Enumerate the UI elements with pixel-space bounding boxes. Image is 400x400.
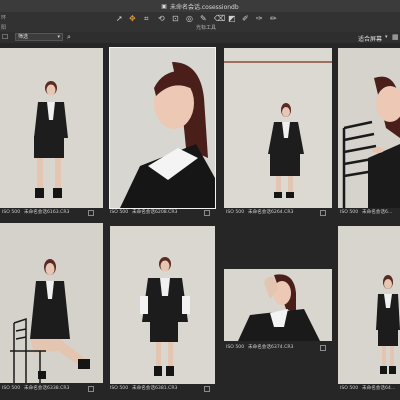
thumbnail-image[interactable]: [109, 47, 216, 209]
thumbnail[interactable]: ISO 500 未命名会话6163.CR3: [0, 43, 105, 218]
thumbnail-caption: ISO 500 未命名会话6381.CR3: [110, 385, 218, 392]
thumbnail-image[interactable]: [110, 226, 215, 384]
search-icon[interactable]: ⌕: [67, 33, 71, 42]
spot-tool-icon[interactable]: ◎: [186, 14, 193, 23]
iso-value: ISO 500: [340, 386, 359, 391]
pan-tool-icon[interactable]: ✥: [129, 14, 136, 23]
star-filter-icon[interactable]: ☐: [2, 33, 8, 41]
title-bar: ▣ 未命名会话.cosessiondb: [0, 0, 400, 12]
select-checkbox[interactable]: [88, 386, 94, 392]
sort-dropdown-value: 筛选: [18, 34, 29, 40]
picker-tool-icon[interactable]: ✑: [256, 14, 263, 23]
thumbnail[interactable]: ISO 500 未命名会话6264.CR3: [224, 43, 334, 218]
window-title: 未命名会话.cosessiondb: [169, 3, 239, 11]
file-name: 未命名会话6163.CR3: [24, 210, 70, 215]
select-checkbox[interactable]: [88, 210, 94, 216]
brush-tool-icon[interactable]: ✎: [200, 14, 207, 23]
thumbnail-caption: ISO 500 未命名会话6264.CR3: [226, 209, 334, 216]
iso-value: ISO 500: [2, 210, 21, 215]
crop-tool-icon[interactable]: ⌗: [144, 14, 149, 24]
select-checkbox[interactable]: [320, 345, 326, 351]
file-name: 未命名会话6338.CR3: [24, 386, 70, 391]
select-checkbox[interactable]: [204, 210, 210, 216]
thumbnail-caption: ISO 500 未命名会话64...: [340, 385, 400, 391]
image-browser: ISO 500 未命名会话6163.CR3 ISO 500 未命名会话6208.CR…: [0, 43, 400, 400]
thumbnail-caption: ISO 500 未命名会话6208.CR3: [110, 209, 218, 216]
thumbnail-caption: ISO 500 未命名会话6374.CR3: [226, 344, 334, 351]
photo-figure: [110, 226, 215, 384]
eraser-tool-icon[interactable]: ⌫: [214, 14, 225, 23]
thumbnail-caption: ISO 500 未命名会话6...: [340, 209, 400, 215]
photo-figure: [338, 226, 400, 384]
gradient-tool-icon[interactable]: ◩: [228, 14, 236, 23]
thumbnail-image[interactable]: [224, 48, 332, 208]
file-name: 未命名会话6208.CR3: [132, 210, 178, 215]
iso-value: ISO 500: [2, 386, 21, 391]
iso-value: ISO 500: [226, 210, 245, 215]
eyedropper-tool-icon[interactable]: ✐: [242, 14, 249, 23]
cursor-toolbar: 环 阳 ➚ ✥ ⌗ ⟲ ⊡ ◎ ✎ ⌫ ◩ ✐ ✑ ✏ 光标工具: [0, 12, 400, 32]
rotate-tool-icon[interactable]: ⟲: [158, 14, 165, 23]
thumbnail[interactable]: ISO 500 未命名会话6381.CR3: [108, 223, 218, 400]
photo-figure: [0, 48, 103, 208]
iso-value: ISO 500: [340, 210, 359, 215]
sort-dropdown[interactable]: 筛选 ▾: [15, 33, 63, 41]
toolbar-left-label-top: 环: [1, 15, 7, 21]
thumbnail-image[interactable]: [338, 48, 400, 208]
select-checkbox[interactable]: [320, 210, 326, 216]
iso-value: ISO 500: [226, 345, 245, 350]
grid-view-icon[interactable]: ▦: [392, 33, 399, 41]
photo-figure: [0, 223, 103, 383]
thumbnail-image[interactable]: [224, 269, 332, 341]
fit-screen-label[interactable]: 适合屏幕: [358, 34, 382, 43]
chevron-down-icon[interactable]: ▾: [385, 34, 388, 40]
file-name: 未命名会话6264.CR3: [248, 210, 294, 215]
thumbnail[interactable]: ISO 500 未命名会话6338.CR3: [0, 223, 105, 400]
file-name: 未命名会话6381.CR3: [132, 386, 178, 391]
annotate-tool-icon[interactable]: ✏: [270, 14, 277, 23]
document-icon: ▣: [161, 2, 167, 10]
thumbnail-image[interactable]: [0, 48, 103, 208]
toolbar-left-label-bottom: 阳: [1, 25, 7, 31]
file-name: 未命名会话6...: [362, 210, 393, 215]
thumbnail-image[interactable]: [338, 226, 400, 384]
photo-figure: [110, 48, 215, 208]
select-checkbox[interactable]: [204, 386, 210, 392]
thumbnail-caption: ISO 500 未命名会话6338.CR3: [2, 385, 102, 392]
iso-value: ISO 500: [110, 210, 129, 215]
file-name: 未命名会话64...: [362, 386, 396, 391]
select-tool-icon[interactable]: ➚: [116, 14, 123, 23]
thumbnail-image[interactable]: [0, 223, 103, 383]
photo-figure: [224, 269, 332, 341]
thumbnail[interactable]: ISO 500 未命名会话6374.CR3: [224, 223, 334, 400]
thumbnail-caption: ISO 500 未命名会话6163.CR3: [2, 209, 102, 216]
thumbnail[interactable]: ISO 500 未命名会话6...: [338, 43, 400, 218]
iso-value: ISO 500: [110, 386, 129, 391]
photo-figure: [224, 48, 332, 208]
photo-figure: [338, 48, 400, 208]
thumbnail[interactable]: ISO 500 未命名会话6208.CR3: [108, 43, 218, 218]
thumbnail[interactable]: ISO 500 未命名会话64...: [338, 223, 400, 400]
toolbar-label: 光标工具: [195, 25, 216, 31]
file-name: 未命名会话6374.CR3: [248, 345, 294, 350]
keystone-tool-icon[interactable]: ⊡: [172, 14, 179, 23]
chevron-down-icon: ▾: [57, 34, 60, 40]
